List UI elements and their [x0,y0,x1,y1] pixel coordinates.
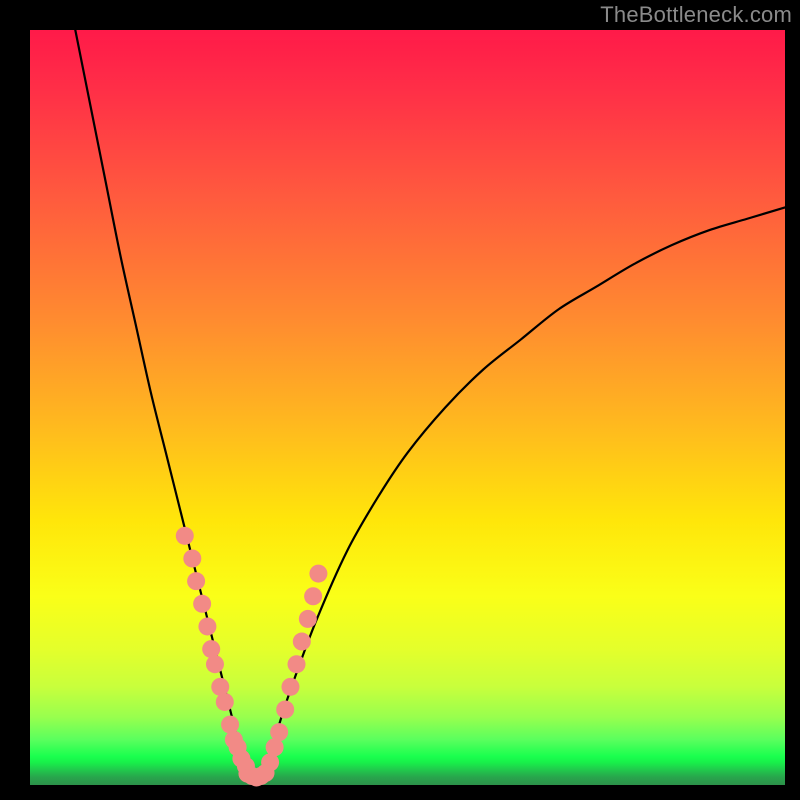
data-point [270,723,288,741]
data-point [281,678,299,696]
data-point [202,640,220,658]
highlight-dots-left [176,527,255,775]
data-point [304,587,322,605]
watermark-text: TheBottleneck.com [600,2,792,28]
data-point [221,716,239,734]
data-point [183,550,201,568]
highlight-dots-right [261,565,327,772]
data-point [288,655,306,673]
data-point [216,693,234,711]
chart-frame: TheBottleneck.com [0,0,800,800]
data-point [198,617,216,635]
data-point [276,701,294,719]
data-point [206,655,224,673]
bottleneck-curve [75,30,785,777]
plot-area [30,30,785,785]
data-point [309,565,327,583]
data-point [299,610,317,628]
chart-overlay [30,30,785,785]
data-point [176,527,194,545]
data-point [193,595,211,613]
data-point [187,572,205,590]
data-point [293,633,311,651]
